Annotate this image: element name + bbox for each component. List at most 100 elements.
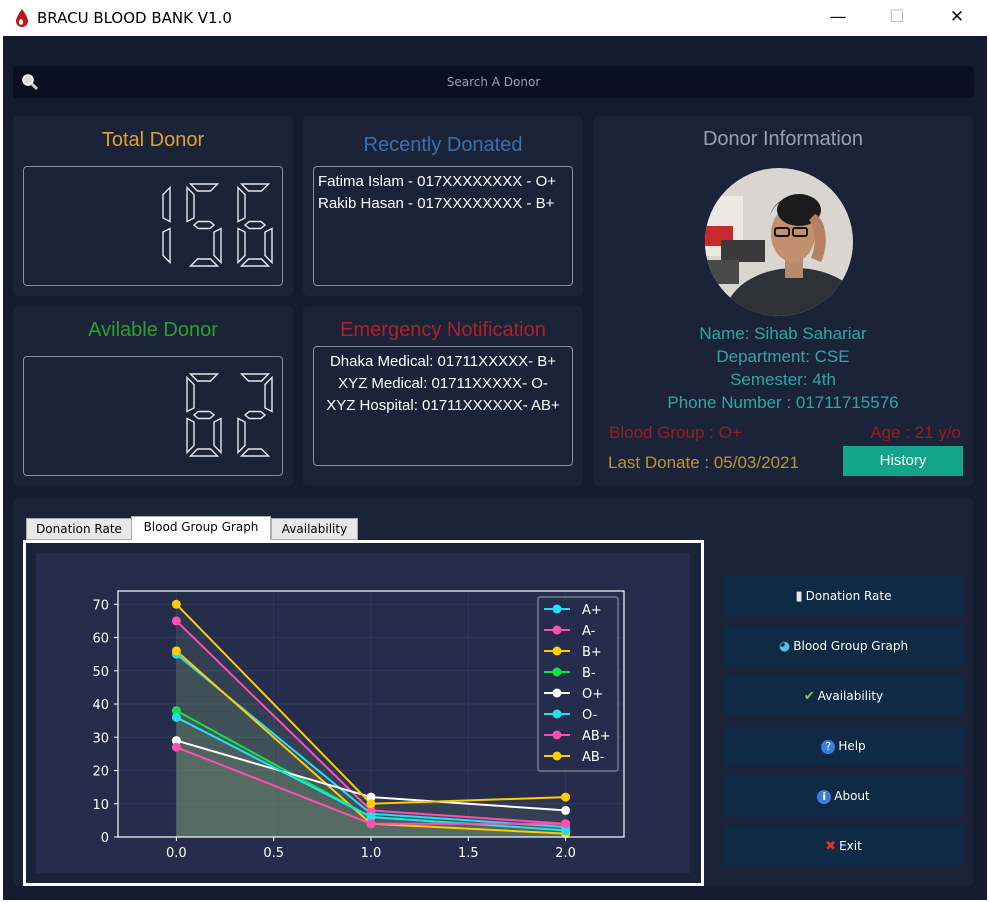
lcd-segment — [186, 375, 195, 413]
recently-donated-panel: Recently Donated Fatima Islam - 017XXXXX… — [303, 116, 583, 296]
y-tick-label: 70 — [92, 598, 109, 613]
available-donor-panel: Avilable Donor — [13, 306, 293, 486]
list-item[interactable]: Fatima Islam - 017XXXXXXXX - O+ — [318, 171, 568, 193]
help-button[interactable]: ? Help — [723, 726, 964, 766]
lcd-segment — [239, 258, 271, 267]
donor-last-donate: Last Donate : 05/03/2021 — [608, 453, 799, 472]
donor-avatar — [705, 168, 853, 316]
exit-button[interactable]: ✖ Exit — [723, 826, 964, 866]
tab-donation-rate[interactable]: Donation Rate — [26, 518, 132, 540]
checkmark-icon: ✔ — [803, 689, 815, 704]
donor-phone: Phone Number : 01711715576 — [667, 393, 899, 412]
lcd-segment — [239, 183, 271, 192]
blood-group-graph-button[interactable]: ◕ Blood Group Graph — [723, 626, 964, 666]
history-button[interactable]: History — [843, 446, 963, 476]
available-donor-count — [186, 373, 273, 457]
data-point-B+ — [171, 646, 181, 656]
minimize-button[interactable]: — — [815, 0, 861, 34]
lcd-segment — [243, 410, 267, 420]
lcd-segment — [264, 375, 273, 413]
donation-rate-button[interactable]: ▮ Donation Rate — [723, 576, 964, 616]
y-tick-label: 10 — [92, 798, 109, 813]
lcd-segment — [186, 417, 195, 455]
plot-area: 0.0 0.5 1.0 1.5 2.0 0 10 20 30 40 50 60 70 A+ A- B+ B- O+… — [36, 553, 690, 873]
graph-frame: 0.0 0.5 1.0 1.5 2.0 0 10 20 30 40 50 60 70 A+ A- B+ B- O+… — [23, 540, 704, 886]
list-item[interactable]: Rakib Hasan - 017XXXXXXXX - B+ — [318, 193, 568, 215]
help-icon: ? — [821, 740, 836, 754]
availability-button-label: Availability — [817, 689, 884, 703]
data-point-AB- — [366, 799, 376, 809]
lcd-segment — [188, 373, 220, 382]
exit-icon: ✖ — [825, 839, 837, 854]
title-bar: BRACU BLOOD BANK V1.0 — ☐ ✕ — [0, 0, 989, 36]
total-donor-count — [162, 183, 273, 267]
about-button[interactable]: i About — [723, 776, 964, 816]
lcd-segment — [192, 410, 216, 420]
lcd-segment — [237, 417, 246, 455]
emergency-title: Emergency Notification — [340, 319, 546, 341]
exit-button-label: Exit — [839, 839, 862, 853]
lcd-segment — [162, 227, 171, 265]
y-tick-label: 40 — [92, 698, 109, 713]
lcd-segment — [213, 417, 222, 455]
blood-drop-icon — [16, 9, 28, 27]
list-item[interactable]: XYZ Hospital: 01711XXXXXX- AB+ — [318, 395, 568, 417]
lcd-segment — [243, 220, 267, 230]
y-tick-label: 30 — [92, 731, 109, 746]
tab-availability[interactable]: Availability — [271, 518, 358, 540]
availability-button[interactable]: ✔ Availability — [723, 676, 964, 716]
data-point-O+ — [561, 805, 571, 815]
donor-name: Name: Sihab Sahariar — [699, 324, 867, 343]
legend-label: A- — [582, 624, 596, 639]
total-donor-display — [23, 166, 283, 286]
data-point-AB+ — [366, 819, 376, 829]
list-item[interactable]: XYZ Medical: 01711XXXXX- O- — [318, 373, 568, 395]
lcd-segment — [186, 185, 195, 223]
data-point-O- — [171, 712, 181, 722]
emergency-list[interactable]: Dhaka Medical: 01711XXXXX- B+ XYZ Medica… — [313, 346, 573, 466]
main-window: Search A Donor Total Donor Avilable Dono… — [3, 36, 987, 900]
donation-rate-button-label: Donation Rate — [805, 589, 892, 603]
search-input[interactable]: Search A Donor — [13, 75, 974, 89]
x-tick-label: 0.5 — [263, 846, 284, 861]
search-bar[interactable]: Search A Donor — [13, 66, 974, 98]
lcd-segment — [162, 185, 171, 223]
legend-marker — [552, 625, 562, 635]
about-button-label: About — [834, 789, 870, 803]
lcd-segment — [213, 227, 222, 265]
lcd-segment — [237, 185, 246, 223]
emergency-panel: Emergency Notification Dhaka Medical: 01… — [303, 306, 583, 486]
legend-marker — [552, 709, 562, 719]
available-donor-title: Avilable Donor — [88, 319, 218, 341]
close-button[interactable]: ✕ — [934, 0, 980, 34]
tab-blood-group-graph[interactable]: Blood Group Graph — [131, 516, 271, 541]
data-point-A- — [171, 616, 181, 626]
lcd-segment — [264, 227, 273, 265]
list-item[interactable]: Dhaka Medical: 01711XXXXX- B+ — [318, 351, 568, 373]
lcd-segment — [188, 448, 220, 457]
y-tick-label: 0 — [101, 831, 109, 846]
x-tick-label: 2.0 — [555, 846, 576, 861]
donor-blood-group: Blood Group : O+ — [609, 423, 742, 442]
legend — [537, 596, 619, 772]
blood-group-chart: 0.0 0.5 1.0 1.5 2.0 0 10 20 30 40 50 60 70 A+ A- B+ B- O+… — [92, 590, 625, 861]
available-donor-display — [23, 356, 283, 476]
data-point-AB- — [561, 792, 571, 802]
lcd-segment — [188, 183, 220, 192]
legend-label: AB- — [582, 750, 605, 765]
legend-marker — [552, 667, 562, 677]
lcd-segment — [188, 258, 220, 267]
legend-label: O- — [582, 708, 598, 723]
legend-marker — [552, 730, 562, 740]
recently-donated-title: Recently Donated — [363, 134, 523, 156]
book-icon: ▮ — [795, 589, 803, 604]
help-button-label: Help — [838, 739, 866, 753]
legend-label: B- — [582, 666, 596, 681]
x-tick-label: 1.0 — [361, 846, 382, 861]
y-tick-label: 60 — [92, 632, 109, 647]
legend-marker — [552, 688, 562, 698]
recently-donated-list[interactable]: Fatima Islam - 017XXXXXXXX - O+ Rakib Ha… — [313, 166, 573, 286]
lcd-segment — [237, 227, 246, 265]
window-title: BRACU BLOOD BANK V1.0 — [37, 9, 232, 27]
maximize-button[interactable]: ☐ — [874, 0, 920, 34]
